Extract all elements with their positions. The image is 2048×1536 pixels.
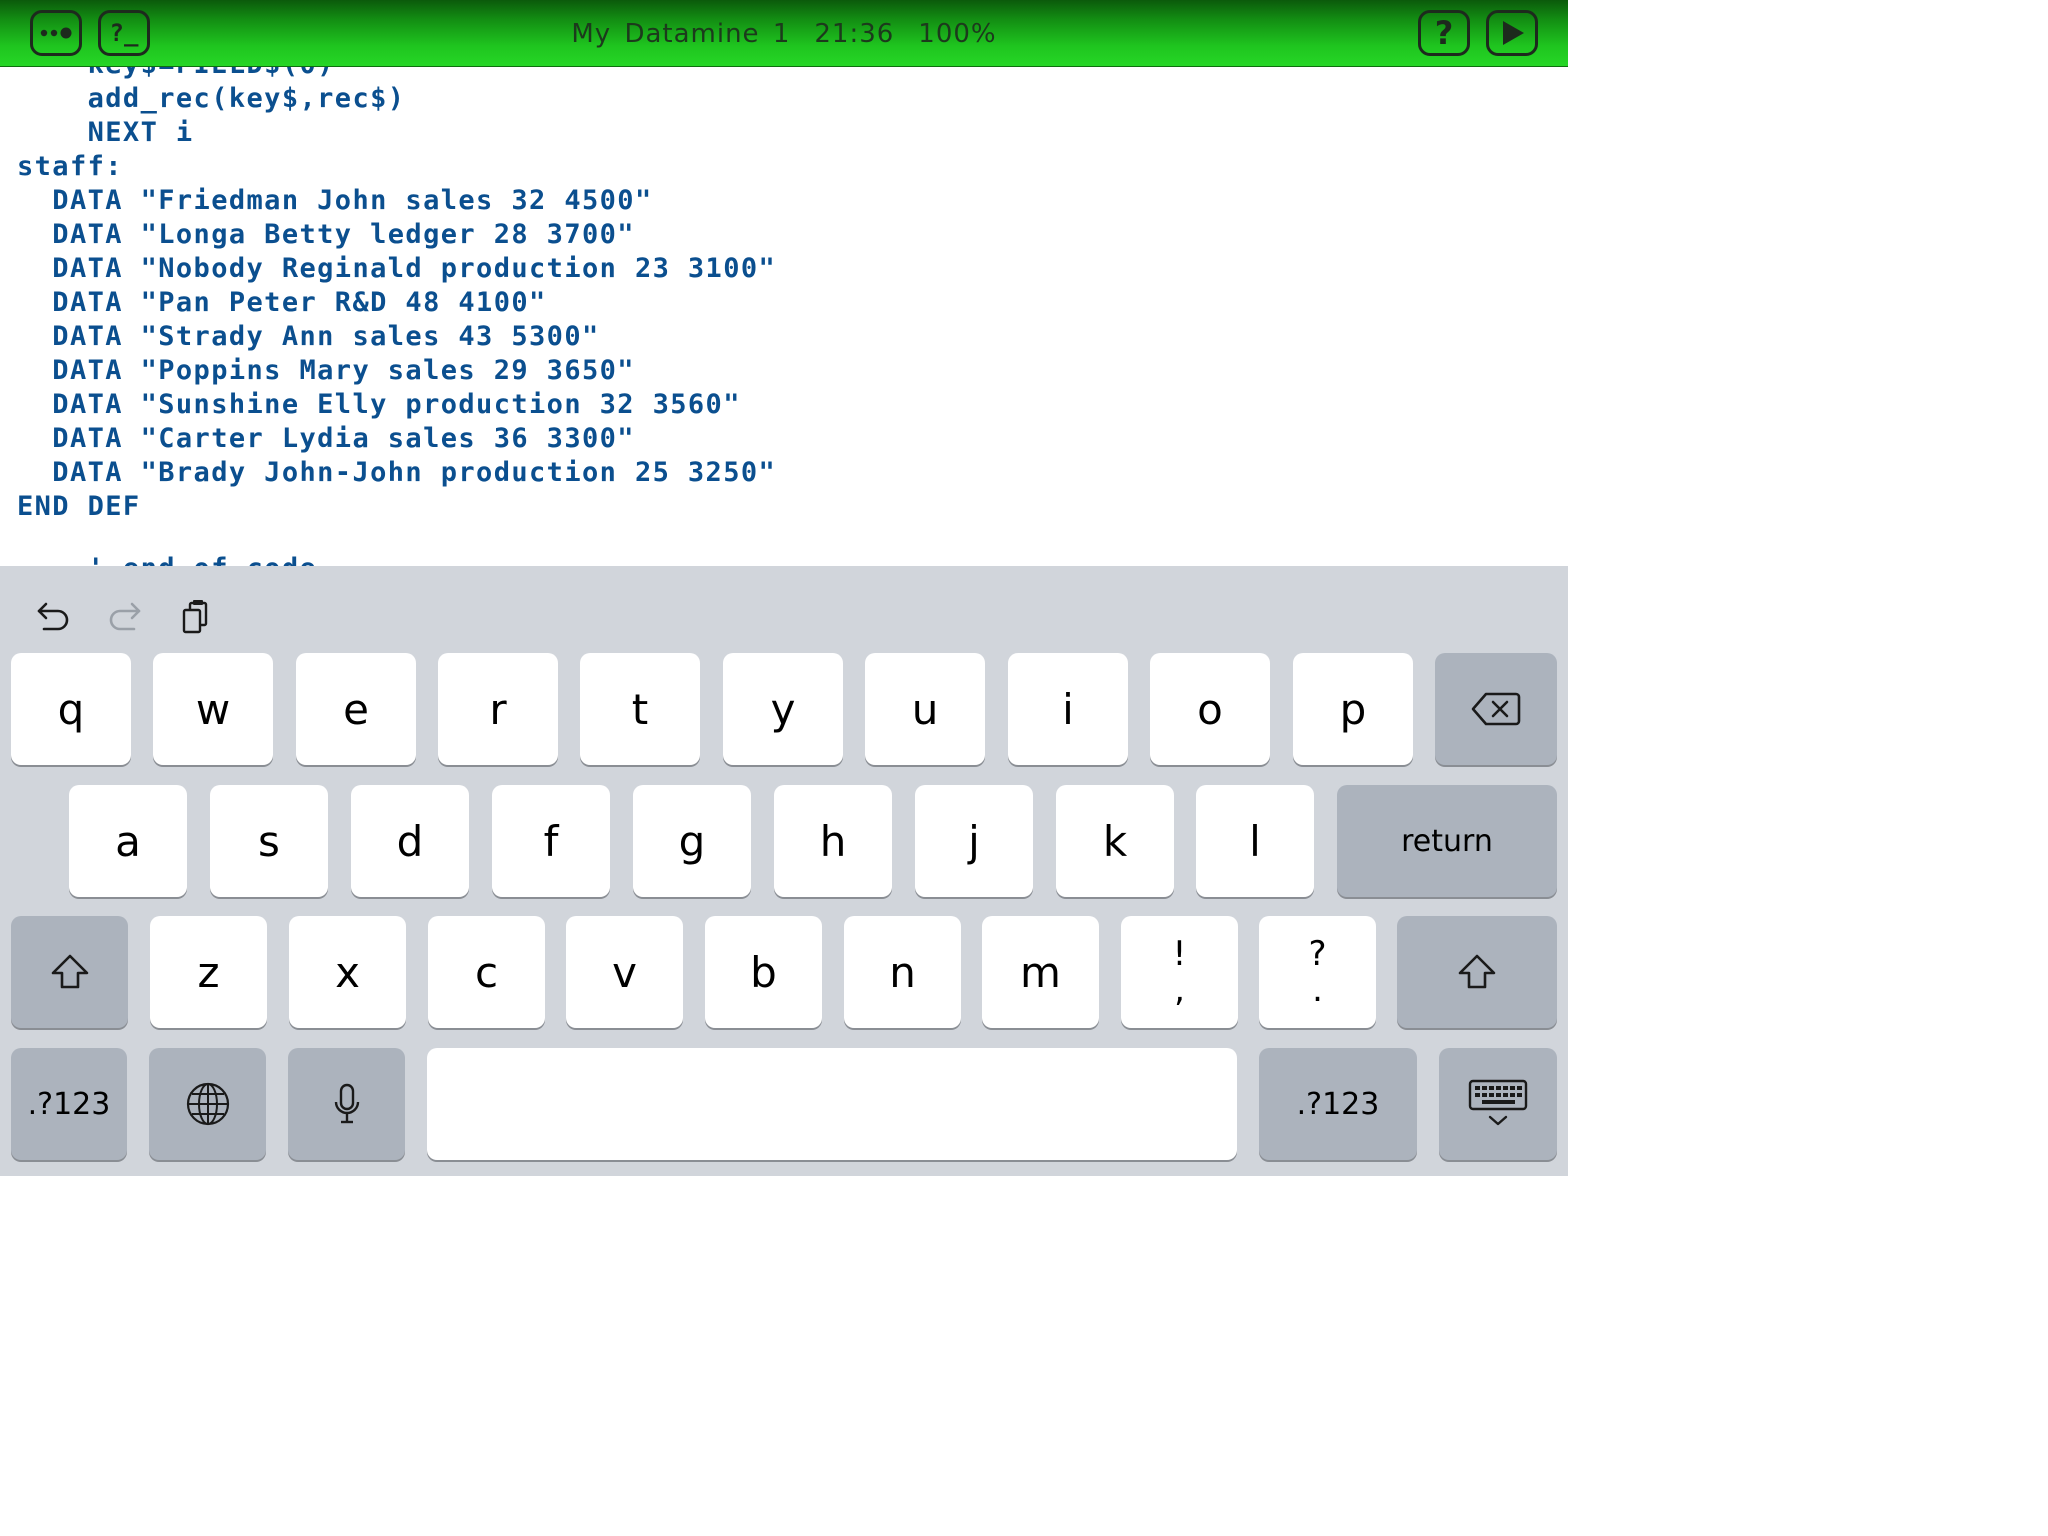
paste-button[interactable]	[174, 594, 218, 638]
code-line: DATA "Friedman John sales 32 4500"	[17, 185, 653, 216]
key-v[interactable]: v	[566, 916, 683, 1028]
redo-icon	[109, 602, 141, 631]
help-icon: ?	[1434, 14, 1454, 52]
backspace-icon	[1471, 692, 1521, 726]
key-n[interactable]: n	[844, 916, 961, 1028]
key-w[interactable]: w	[153, 653, 273, 765]
key-c[interactable]: c	[428, 916, 545, 1028]
code-line: DATA "Carter Lydia sales 36 3300"	[17, 423, 635, 454]
key-u[interactable]: u	[865, 653, 985, 765]
microphone-icon	[334, 1083, 359, 1124]
keyboard-hide-icon	[1468, 1079, 1528, 1126]
code-line: DATA "Brady John-John production 25 3250…	[17, 457, 777, 488]
key-question-period[interactable]: ? .	[1259, 916, 1376, 1028]
help-button[interactable]: ?	[1418, 10, 1470, 56]
key-f[interactable]: f	[492, 785, 610, 897]
microphone-key[interactable]	[288, 1048, 405, 1160]
globe-key[interactable]	[149, 1048, 266, 1160]
return-key[interactable]: return	[1337, 785, 1557, 897]
key-i[interactable]: i	[1008, 653, 1128, 765]
code-line: DATA "Poppins Mary sales 29 3650"	[17, 355, 635, 386]
numbers-key-left[interactable]: .?123	[11, 1048, 127, 1160]
key-b[interactable]: b	[705, 916, 822, 1028]
key-exclaim-comma[interactable]: ! ,	[1121, 916, 1238, 1028]
key-z[interactable]: z	[150, 916, 267, 1028]
code-line: DATA "Sunshine Elly production 32 3560"	[17, 389, 741, 420]
key-k[interactable]: k	[1056, 785, 1174, 897]
shift-key-left[interactable]	[11, 916, 128, 1028]
key-s[interactable]: s	[210, 785, 328, 897]
code-line: DATA "Strady Ann sales 43 5300"	[17, 321, 600, 352]
numbers-key-right[interactable]: .?123	[1259, 1048, 1417, 1160]
key-g[interactable]: g	[633, 785, 751, 897]
undo-icon	[37, 602, 69, 631]
key-e[interactable]: e	[296, 653, 416, 765]
globe-icon	[186, 1082, 229, 1126]
document-title: My Datamine 1	[571, 18, 791, 49]
hide-keyboard-key[interactable]	[1439, 1048, 1557, 1160]
key-o[interactable]: o	[1150, 653, 1270, 765]
key-h[interactable]: h	[774, 785, 892, 897]
code-line: NEXT i	[17, 117, 194, 148]
key-j[interactable]: j	[915, 785, 1033, 897]
run-icon	[1503, 21, 1524, 45]
key-q[interactable]: q	[11, 653, 131, 765]
shift-icon	[51, 954, 88, 989]
key-y[interactable]: y	[723, 653, 843, 765]
code-line: END DEF	[17, 491, 141, 522]
battery-level: 100%	[918, 18, 997, 49]
code-line: DATA "Longa Betty ledger 28 3700"	[17, 219, 635, 250]
redo-button[interactable]	[102, 594, 146, 638]
code-line: ' end of code	[17, 552, 317, 566]
code-line: DATA "Nobody Reginald production 23 3100…	[17, 253, 777, 284]
clock: 21:36	[814, 18, 895, 49]
key-a[interactable]: a	[69, 785, 187, 897]
key-d[interactable]: d	[351, 785, 469, 897]
code-line: key$=FIELD$(0)	[17, 67, 335, 82]
key-l[interactable]: l	[1196, 785, 1314, 897]
onscreen-keyboard: q w e r t y u i o p a s d f g h j k l re…	[0, 566, 1568, 1176]
run-button[interactable]	[1486, 10, 1538, 56]
key-r[interactable]: r	[438, 653, 558, 765]
key-p[interactable]: p	[1293, 653, 1413, 765]
space-key[interactable]	[427, 1048, 1237, 1160]
backspace-key[interactable]	[1435, 653, 1557, 765]
top-bar: ?_ My Datamine 1 21:36 100% ?	[0, 0, 1568, 67]
code-line: staff:	[17, 151, 123, 182]
undo-button[interactable]	[32, 594, 76, 638]
paste-icon	[182, 600, 208, 634]
key-m[interactable]: m	[982, 916, 1099, 1028]
title-bar: My Datamine 1 21:36 100%	[0, 0, 1568, 67]
code-editor[interactable]: key$=FIELD$(0) add_rec(key$,rec$) NEXT i…	[0, 67, 1568, 566]
code-line: DATA "Pan Peter R&D 48 4100"	[17, 287, 547, 318]
shift-key-right[interactable]	[1397, 916, 1557, 1028]
code-line: add_rec(key$,rec$)	[17, 83, 406, 114]
shift-icon	[1458, 954, 1496, 989]
key-t[interactable]: t	[580, 653, 700, 765]
key-x[interactable]: x	[289, 916, 406, 1028]
